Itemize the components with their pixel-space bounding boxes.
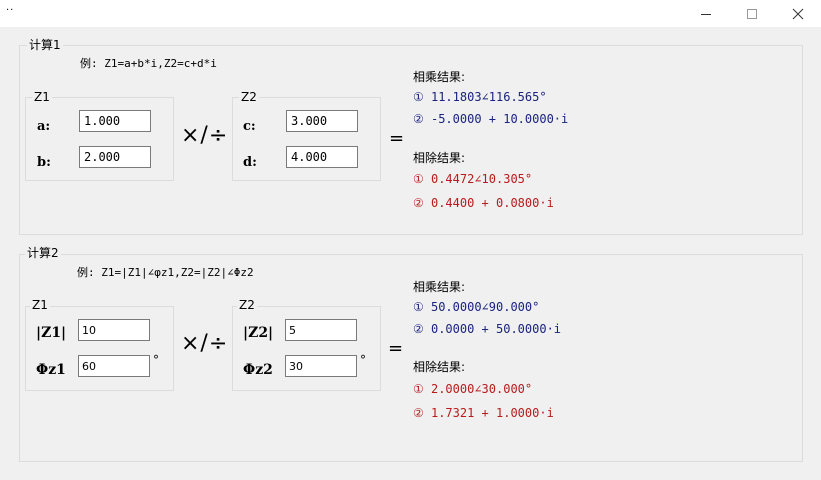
title-bar: ..: [0, 0, 821, 27]
calc2-z2-phase-label: Φz2: [243, 362, 273, 378]
calc2-div-title: 相除结果:: [413, 360, 466, 374]
calc1-c-label: c:: [243, 119, 256, 134]
calc1-mul-result-rect: ② -5.0000 + 10.0000·i: [413, 112, 569, 126]
calc1-equals: =: [389, 128, 405, 149]
calc1-a-input[interactable]: [79, 110, 151, 132]
calc1-z2-title: Z2: [239, 90, 259, 104]
calc2-z2-mag-label: |Z2|: [243, 325, 274, 341]
calc2-z1-mag-label: |Z1|: [36, 325, 67, 341]
calc2-mul-title: 相乘结果:: [413, 280, 466, 294]
close-button[interactable]: [775, 0, 821, 27]
calc2-z2-title: Z2: [237, 298, 257, 312]
calc1-example: 例: Z1=a+b*i,Z2=c+d*i: [80, 57, 217, 70]
maximize-button[interactable]: [729, 0, 775, 27]
calc2-mul-result-rect: ② 0.0000 + 50.0000·i: [413, 322, 562, 336]
calc1-a-label: a:: [37, 119, 51, 134]
calc1-group-title: 计算1: [27, 38, 63, 52]
calc2-z1-degree: °: [153, 353, 159, 367]
calc1-c-input[interactable]: [286, 110, 358, 132]
calc1-mul-result-polar: ① 11.1803∠116.565°: [413, 90, 547, 104]
calc2-operator: ×/÷: [181, 331, 229, 356]
calc2-group-title: 计算2: [25, 246, 61, 260]
calc2-z1-mag-input[interactable]: [78, 319, 150, 341]
window-title: ..: [6, 2, 15, 13]
calc2-z1-phase-input[interactable]: [78, 355, 150, 377]
calc2-z1-title: Z1: [30, 298, 50, 312]
calc2-z1-phase-label: Φz1: [36, 362, 66, 378]
calc2-z2-phase-input[interactable]: [285, 355, 357, 377]
close-icon: [792, 8, 804, 19]
calc1-div-result-rect: ② 0.4400 + 0.0800·i: [413, 196, 554, 210]
calc1-mul-title: 相乘结果:: [413, 70, 466, 84]
minimize-button[interactable]: [683, 0, 729, 27]
calc1-d-label: d:: [243, 155, 257, 170]
calc1-d-input[interactable]: [286, 146, 358, 168]
calc1-z1-title: Z1: [32, 90, 52, 104]
calc2-z2-degree: °: [360, 353, 366, 367]
minimize-icon: [701, 13, 711, 15]
maximize-icon: [747, 8, 757, 19]
calc1-b-label: b:: [37, 155, 51, 170]
calc1-operator: ×/÷: [181, 123, 229, 148]
calc2-div-result-polar: ① 2.0000∠30.000°: [413, 382, 533, 396]
calc1-b-input[interactable]: [79, 146, 151, 168]
calc2-example: 例: Z1=|Z1|∠φz1,Z2=|Z2|∠Φz2: [77, 266, 254, 279]
calc1-div-result-polar: ① 0.4472∠10.305°: [413, 172, 533, 186]
calc2-equals: =: [388, 338, 404, 359]
calc2-div-result-rect: ② 1.7321 + 1.0000·i: [413, 406, 554, 420]
calc2-z2-mag-input[interactable]: [285, 319, 357, 341]
calc2-mul-result-polar: ① 50.0000∠90.000°: [413, 300, 540, 314]
calc1-div-title: 相除结果:: [413, 151, 466, 165]
